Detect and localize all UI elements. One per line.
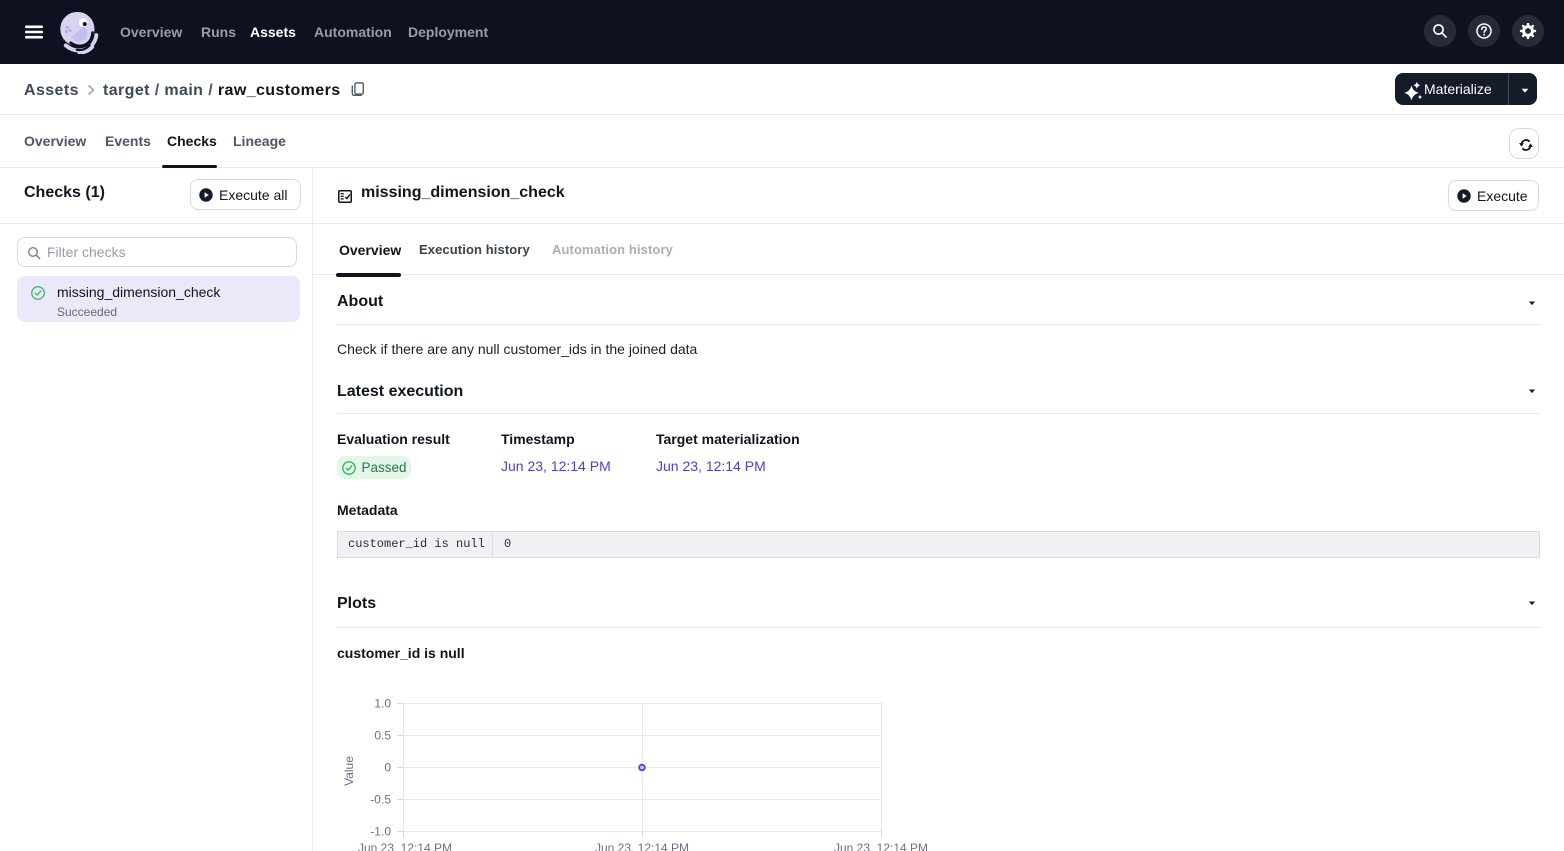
svg-text:1.0: 1.0 bbox=[374, 697, 391, 711]
svg-text:-0.5: -0.5 bbox=[370, 793, 391, 807]
svg-text:Jun 23, 12:14 PM: Jun 23, 12:14 PM bbox=[834, 841, 928, 851]
svg-text:-1.0: -1.0 bbox=[370, 825, 391, 839]
svg-text:0: 0 bbox=[384, 761, 391, 775]
svg-text:0.5: 0.5 bbox=[374, 729, 391, 743]
svg-text:Value: Value bbox=[342, 756, 356, 786]
svg-text:Jun 23, 12:14 PM: Jun 23, 12:14 PM bbox=[358, 841, 452, 851]
svg-text:Jun 23, 12:14 PM: Jun 23, 12:14 PM bbox=[595, 841, 689, 851]
